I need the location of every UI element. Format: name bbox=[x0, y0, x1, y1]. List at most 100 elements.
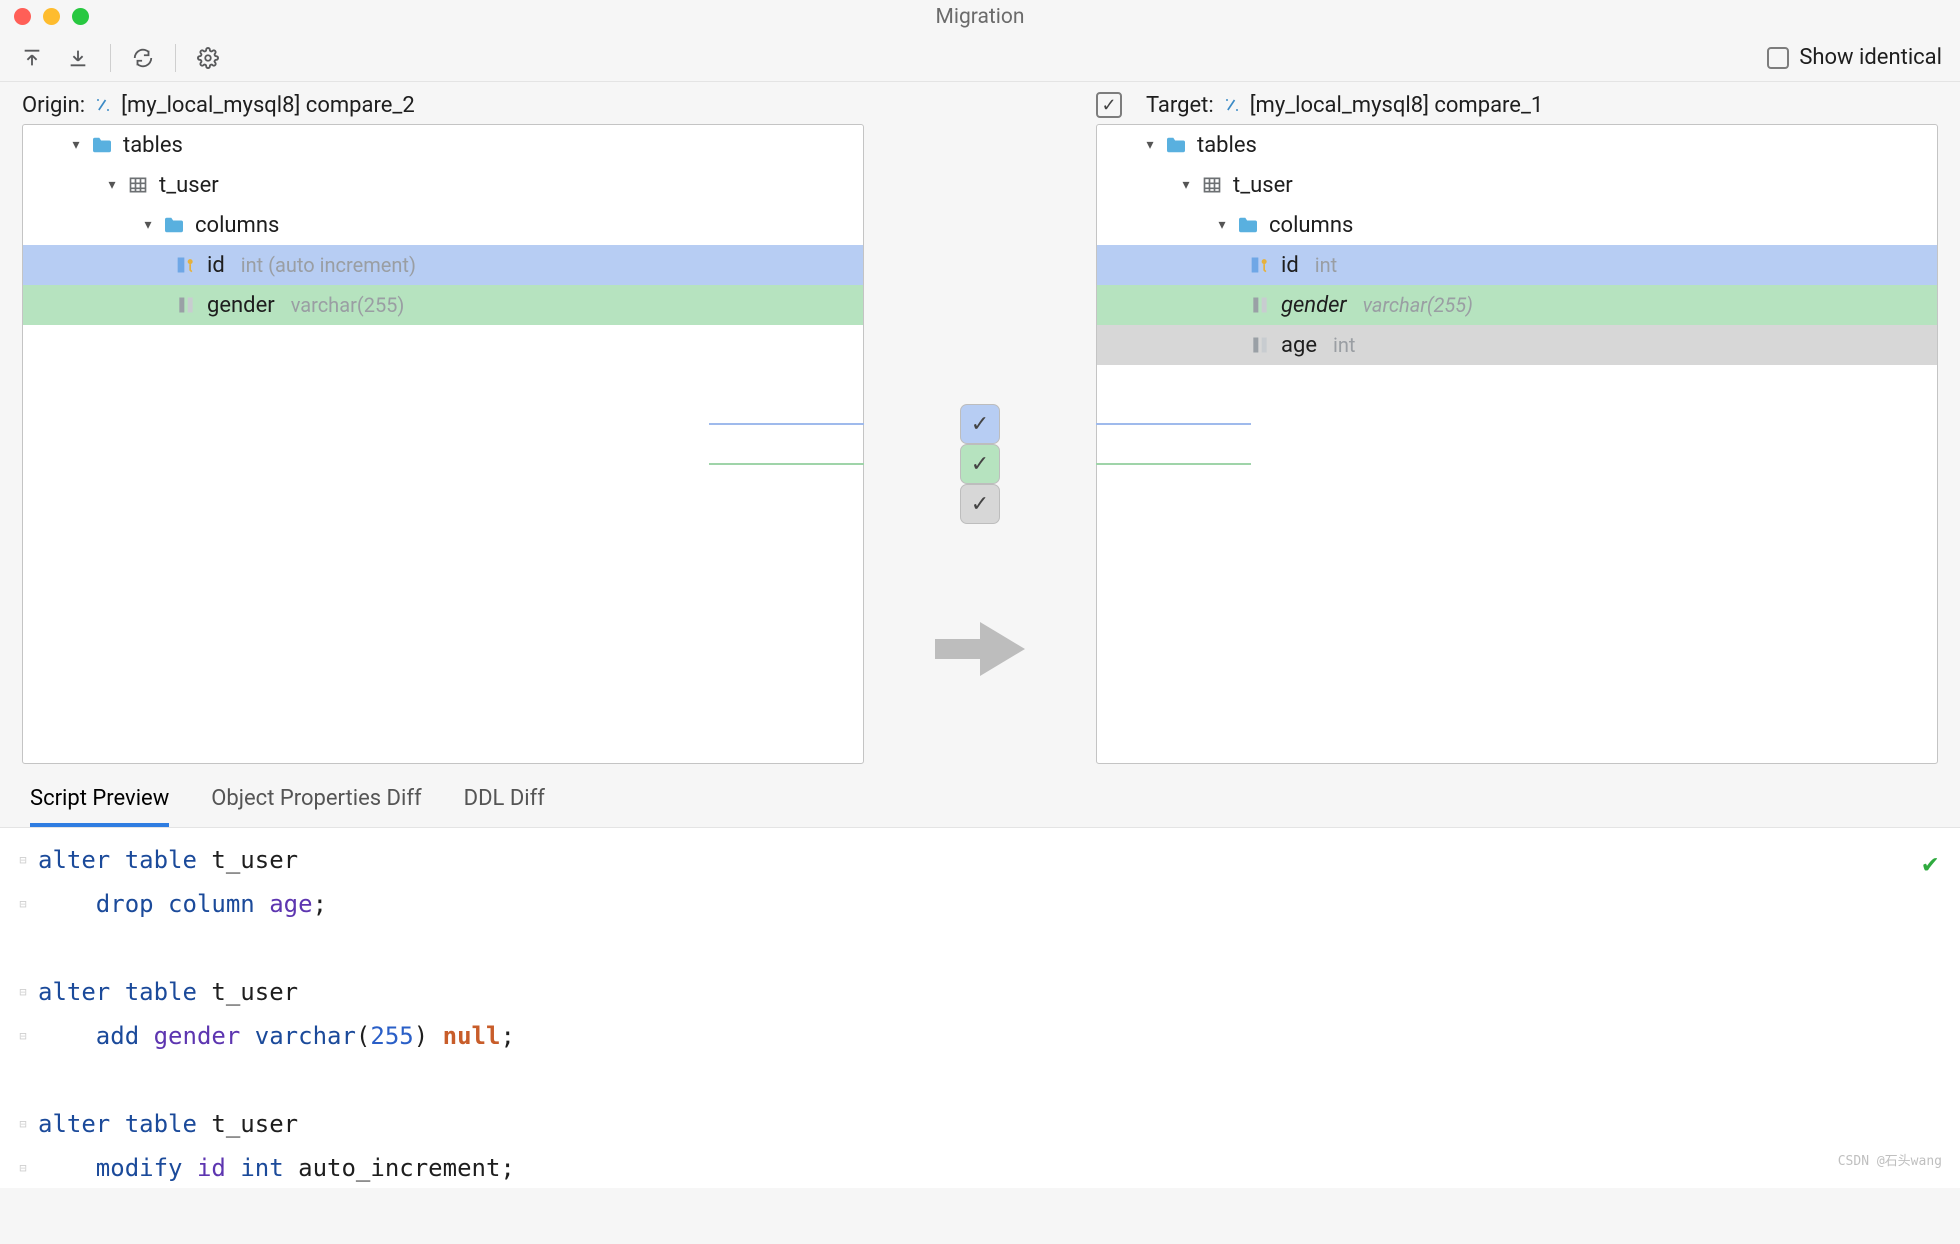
diff-row-checkbox[interactable]: ✓ bbox=[960, 484, 1000, 524]
chevron-down-icon[interactable]: ▾ bbox=[135, 217, 161, 233]
watermark: CSDN @石头wang bbox=[1838, 1140, 1942, 1184]
show-identical-label[interactable]: Show identical bbox=[1799, 45, 1942, 70]
refresh-icon[interactable] bbox=[129, 44, 157, 72]
tab-ddl-diff[interactable]: DDL Diff bbox=[464, 786, 545, 827]
column-type: varchar(255) bbox=[291, 293, 405, 317]
origin-column-id[interactable]: id int (auto increment) bbox=[23, 245, 863, 285]
show-identical-checkbox[interactable] bbox=[1767, 47, 1789, 69]
gutter-marker: ⊟ bbox=[16, 970, 30, 1014]
table-name: t_user bbox=[159, 173, 219, 198]
toolbar: Show identical bbox=[0, 34, 1960, 82]
column-type: int (auto increment) bbox=[241, 253, 416, 277]
gutter-marker: ⊟ bbox=[16, 1102, 30, 1146]
tab-script-preview[interactable]: Script Preview bbox=[30, 786, 169, 827]
code-text: alter table t_user bbox=[30, 1102, 298, 1146]
tab-object-properties-diff[interactable]: Object Properties Diff bbox=[211, 786, 421, 827]
tree-node-columns[interactable]: ▾ columns bbox=[23, 205, 863, 245]
expand-all-icon[interactable] bbox=[18, 44, 46, 72]
column-name: id bbox=[1281, 253, 1299, 278]
tree-node-tables[interactable]: ▾ tables bbox=[1097, 125, 1937, 165]
window-title-bar: Migration bbox=[0, 0, 1960, 34]
editor-line[interactable]: ⊟ drop column age; bbox=[16, 882, 1960, 926]
origin-datasource: [my_local_mysql8] compare_2 bbox=[121, 93, 415, 118]
origin-panel[interactable]: ▾ tables ▾ t_user ▾ columns id int ( bbox=[22, 124, 864, 764]
origin-column-gender[interactable]: gender varchar(255) bbox=[23, 285, 863, 325]
origin-label: Origin: bbox=[22, 93, 85, 118]
editor-line[interactable] bbox=[16, 1058, 1960, 1102]
editor-line[interactable]: ⊟alter table t_user bbox=[16, 970, 1960, 1014]
diff-gap: ✓ ✓ ✓ bbox=[864, 124, 1096, 764]
editor-line[interactable]: ⊟ add gender varchar(255) null; bbox=[16, 1014, 1960, 1058]
target-datasource: [my_local_mysql8] compare_1 bbox=[1250, 93, 1544, 118]
editor-line[interactable] bbox=[16, 926, 1960, 970]
target-column-gender[interactable]: gender varchar(255) bbox=[1097, 285, 1937, 325]
code-text bbox=[30, 1058, 52, 1102]
column-icon bbox=[1247, 332, 1273, 358]
gear-icon[interactable] bbox=[194, 44, 222, 72]
column-type: varchar(255) bbox=[1363, 293, 1473, 317]
column-name: age bbox=[1281, 333, 1317, 358]
diff-area: ▾ tables ▾ t_user ▾ columns id int ( bbox=[0, 124, 1960, 764]
column-name: gender bbox=[1281, 293, 1347, 318]
origin-label-row: Origin: [my_local_mysql8] compare_2 bbox=[22, 92, 864, 118]
migrate-arrow-icon bbox=[935, 614, 1025, 688]
folder-icon bbox=[1235, 212, 1261, 238]
diff-row-checkbox[interactable]: ✓ bbox=[960, 444, 1000, 484]
tables-label: tables bbox=[123, 133, 183, 158]
window-controls bbox=[14, 8, 89, 25]
column-icon bbox=[173, 292, 199, 318]
database-icon bbox=[93, 95, 113, 115]
editor-line[interactable]: ⊟ modify id int auto_increment; bbox=[16, 1146, 1960, 1188]
zoom-window-icon[interactable] bbox=[72, 8, 89, 25]
diff-row-checkbox[interactable]: ✓ bbox=[960, 404, 1000, 444]
column-name: gender bbox=[207, 293, 275, 318]
column-name: id bbox=[207, 253, 225, 278]
tree-node-table[interactable]: ▾ t_user bbox=[23, 165, 863, 205]
gutter-marker: ⊟ bbox=[16, 882, 30, 926]
table-name: t_user bbox=[1233, 173, 1293, 198]
editor-line[interactable]: ⊟alter table t_user bbox=[16, 1102, 1960, 1146]
tree-node-table[interactable]: ▾ t_user bbox=[1097, 165, 1937, 205]
chevron-down-icon[interactable]: ▾ bbox=[1137, 137, 1163, 153]
chevron-down-icon[interactable]: ▾ bbox=[99, 177, 125, 193]
key-column-icon bbox=[173, 252, 199, 278]
toolbar-separator bbox=[175, 44, 176, 72]
columns-label: columns bbox=[1269, 213, 1353, 238]
folder-icon bbox=[1163, 132, 1189, 158]
target-column-id[interactable]: id int bbox=[1097, 245, 1937, 285]
code-text: add gender varchar(255) null; bbox=[30, 1014, 515, 1058]
chevron-down-icon[interactable]: ▾ bbox=[1209, 217, 1235, 233]
code-text: alter table t_user bbox=[30, 970, 298, 1014]
target-label: Target: bbox=[1146, 93, 1214, 118]
column-type: int bbox=[1315, 253, 1337, 277]
table-icon bbox=[125, 172, 151, 198]
column-type: int bbox=[1333, 333, 1355, 357]
gutter-marker bbox=[16, 926, 30, 970]
code-text: modify id int auto_increment; bbox=[30, 1146, 515, 1188]
code-text: drop column age; bbox=[30, 882, 327, 926]
tables-label: tables bbox=[1197, 133, 1257, 158]
target-column-age[interactable]: age int bbox=[1097, 325, 1937, 365]
chevron-down-icon[interactable]: ▾ bbox=[63, 137, 89, 153]
target-panel[interactable]: ▾ tables ▾ t_user ▾ columns id int bbox=[1096, 124, 1938, 764]
column-icon bbox=[1247, 292, 1273, 318]
columns-label: columns bbox=[195, 213, 279, 238]
gutter-marker: ⊟ bbox=[16, 838, 30, 882]
tree-node-columns[interactable]: ▾ columns bbox=[1097, 205, 1937, 245]
editor-line[interactable]: ⊟alter table t_user bbox=[16, 838, 1960, 882]
close-window-icon[interactable] bbox=[14, 8, 31, 25]
code-text bbox=[30, 926, 52, 970]
tree-node-tables[interactable]: ▾ tables bbox=[23, 125, 863, 165]
minimize-window-icon[interactable] bbox=[43, 8, 60, 25]
key-column-icon bbox=[1247, 252, 1273, 278]
collapse-all-icon[interactable] bbox=[64, 44, 92, 72]
target-apply-checkbox[interactable]: ✓ bbox=[1096, 92, 1122, 118]
toolbar-separator bbox=[110, 44, 111, 72]
code-text: alter table t_user bbox=[30, 838, 298, 882]
panel-labels: Origin: [my_local_mysql8] compare_2 ✓ Ta… bbox=[0, 82, 1960, 124]
folder-icon bbox=[89, 132, 115, 158]
target-label-row: ✓ Target: [my_local_mysql8] compare_1 bbox=[1096, 92, 1938, 118]
chevron-down-icon[interactable]: ▾ bbox=[1173, 177, 1199, 193]
script-editor[interactable]: ✔ ⊟alter table t_user⊟ drop column age; … bbox=[0, 828, 1960, 1188]
status-ok-icon: ✔ bbox=[1922, 842, 1938, 886]
